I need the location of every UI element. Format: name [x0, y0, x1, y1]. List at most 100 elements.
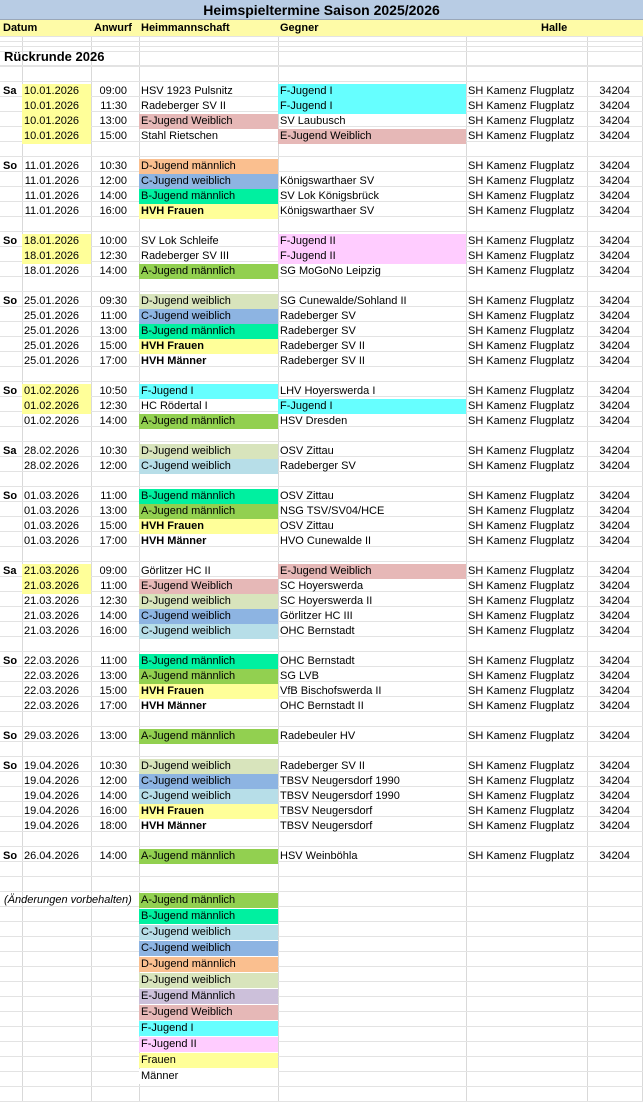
- hall-cell: SH Kamenz Flugplatz: [468, 310, 575, 322]
- game-row: 19.04.2026 16:00 HVH Frauen TBSV Neugersdor…: [0, 804, 643, 819]
- game-row: 21.03.2026 12:30 D-Jugend weiblich SC Hoyer…: [0, 594, 643, 609]
- date-cell: 25.01.2026: [24, 355, 80, 367]
- row-gridline: [0, 81, 643, 82]
- hall-number-cell: 34204: [599, 175, 630, 187]
- date-cell: 11.01.2026: [24, 205, 79, 217]
- home-team-cell: E-Jugend Weiblich: [139, 579, 278, 594]
- row-gridline: [0, 936, 643, 937]
- hall-number-cell: 34204: [599, 535, 630, 547]
- hall-number-cell: 34204: [599, 775, 630, 787]
- guest-team-cell: TBSV Neugersdorf: [280, 820, 373, 832]
- hall-number-cell: 34204: [599, 235, 630, 247]
- hall-cell: SH Kamenz Flugplatz: [468, 565, 575, 577]
- home-team-cell: D-Jugend weiblich: [139, 594, 278, 609]
- date-cell: 21.03.2026: [22, 579, 91, 594]
- hall-cell: SH Kamenz Flugplatz: [468, 295, 575, 307]
- hall-number-cell: 34204: [599, 310, 630, 322]
- hall-cell: SH Kamenz Flugplatz: [468, 355, 575, 367]
- date-cell: 10.01.2026: [22, 99, 91, 114]
- hall-number-cell: 34204: [599, 400, 630, 412]
- row-gridline: [0, 1071, 643, 1072]
- guest-team-cell: SV Lok Königsbrück: [280, 190, 380, 202]
- time-cell: 12:00: [99, 775, 127, 787]
- home-team-cell: D-Jugend weiblich: [139, 294, 278, 309]
- hall-cell: SH Kamenz Flugplatz: [468, 760, 575, 772]
- home-team-cell: A-Jugend männlich: [139, 669, 278, 684]
- time-cell: 10:00: [99, 235, 127, 247]
- guest-team-cell: Görlitzer HC III: [280, 610, 353, 622]
- hall-cell: SH Kamenz Flugplatz: [468, 490, 575, 502]
- date-cell: 21.03.2026: [24, 625, 80, 637]
- guest-team-cell: OHC Bernstadt: [280, 655, 355, 667]
- row-gridline: [0, 1011, 643, 1012]
- home-team-cell: B-Jugend männlich: [139, 324, 278, 339]
- game-row: 19.04.2026 14:00 C-Jugend weiblich TBSV Neu…: [0, 789, 643, 804]
- legend-item: C-Jugend weiblich: [139, 925, 278, 940]
- hall-number-cell: 34204: [599, 805, 630, 817]
- time-cell: 14:00: [99, 190, 127, 202]
- guest-team-cell: F-Jugend II: [278, 249, 466, 264]
- row-gridline: [0, 996, 643, 997]
- weekday-cell: So: [3, 850, 18, 862]
- game-row: So 25.01.2026 09:30 D-Jugend weiblich SG Cun…: [0, 294, 643, 309]
- footnote: (Änderungen vorbehalten): [4, 894, 132, 906]
- date-cell: 29.03.2026: [24, 730, 80, 742]
- hall-cell: SH Kamenz Flugplatz: [468, 205, 575, 217]
- hall-cell: SH Kamenz Flugplatz: [468, 130, 575, 142]
- date-cell: 10.01.2026: [22, 84, 91, 99]
- hall-cell: SH Kamenz Flugplatz: [468, 445, 575, 457]
- row-gridline: [0, 486, 643, 487]
- home-team-cell: HVH Frauen: [139, 804, 278, 819]
- hall-cell: SH Kamenz Flugplatz: [468, 85, 575, 97]
- game-row: Sa 28.02.2026 10:30 D-Jugend weiblich OSV Zi…: [0, 444, 643, 459]
- home-team-cell: Stahl Rietschen: [141, 130, 219, 142]
- time-cell: 17:00: [99, 355, 127, 367]
- legend-item: E-Jugend Weiblich: [139, 1005, 278, 1020]
- legend-item: B-Jugend männlich: [139, 909, 278, 924]
- game-row: 10.01.2026 11:30 Radeberger SV II F-Jugend …: [0, 99, 643, 114]
- guest-team-cell: OSV Zittau: [280, 490, 334, 502]
- home-team-cell: Görlitzer HC II: [141, 565, 211, 577]
- date-cell: 01.03.2026: [24, 520, 80, 532]
- time-cell: 13:00: [99, 670, 127, 682]
- date-cell: 25.01.2026: [24, 310, 80, 322]
- date-cell: 25.01.2026: [24, 340, 80, 352]
- weekday-cell: So: [3, 160, 18, 172]
- row-gridline: [0, 231, 643, 232]
- date-cell: 21.03.2026: [22, 564, 91, 579]
- hall-number-cell: 34204: [599, 700, 630, 712]
- sheet-title: Heimspieltermine Saison 2025/2026: [0, 0, 643, 20]
- hall-number-cell: 34204: [599, 580, 630, 592]
- hall-number-cell: 34204: [599, 820, 630, 832]
- legend-item: F-Jugend II: [139, 1037, 278, 1052]
- time-cell: 13:00: [99, 115, 127, 127]
- time-cell: 12:30: [99, 250, 127, 262]
- game-row: 11.01.2026 16:00 HVH Frauen Königswarthaer …: [0, 204, 643, 219]
- weekday-cell: So: [3, 730, 18, 742]
- guest-team-cell: SG Cunewalde/Sohland II: [280, 295, 407, 307]
- hall-number-cell: 34204: [599, 460, 630, 472]
- hall-cell: SH Kamenz Flugplatz: [468, 415, 575, 427]
- hall-number-cell: 34204: [599, 445, 630, 457]
- time-cell: 12:30: [99, 595, 127, 607]
- date-cell: 18.01.2026: [22, 234, 91, 249]
- date-cell: 28.02.2026: [24, 460, 80, 472]
- date-cell: 21.03.2026: [24, 595, 80, 607]
- hall-number-cell: 34204: [599, 250, 630, 262]
- home-team-cell: HVH Frauen: [139, 684, 278, 699]
- guest-team-cell: OSV Zittau: [280, 520, 334, 532]
- guest-team-cell: Radebeuler HV: [280, 730, 356, 742]
- hall-number-cell: 34204: [599, 115, 630, 127]
- date-cell: 19.04.2026: [24, 790, 80, 802]
- game-row: 19.04.2026 12:00 C-Jugend weiblich TBSV Neu…: [0, 774, 643, 789]
- time-cell: 12:00: [99, 175, 127, 187]
- guest-team-cell: HSV Weinböhla: [280, 850, 358, 862]
- hall-number-cell: 34204: [599, 340, 630, 352]
- hall-cell: SH Kamenz Flugplatz: [468, 325, 575, 337]
- hall-cell: SH Kamenz Flugplatz: [468, 175, 575, 187]
- row-gridline: [0, 156, 643, 157]
- game-row: So 01.02.2026 10:50 F-Jugend I LHV Hoyerswer…: [0, 384, 643, 399]
- game-row: So 18.01.2026 10:00 SV Lok Schleife F-Jugend…: [0, 234, 643, 249]
- row-gridline: [0, 951, 643, 952]
- date-cell: 01.03.2026: [24, 505, 80, 517]
